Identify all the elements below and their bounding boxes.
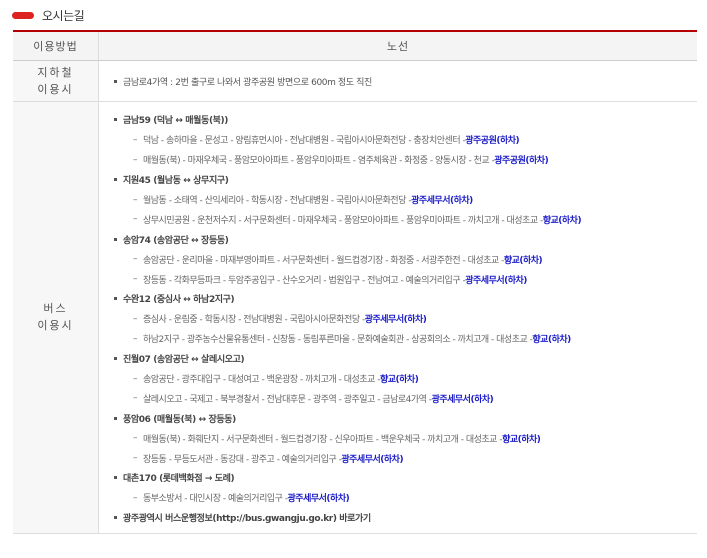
dash-icon: – [133,313,138,324]
route-destination: 광주세무서(하차) [287,494,350,505]
route-stops-text: 매월동(북) - 화훼단지 - 서구문화센터 - 월드컵경기장 - 신우아파트 … [143,434,503,445]
route-destination: 향교(하차) [379,375,419,386]
header-method: 이용방법 [13,30,99,61]
subway-item: 금남로4가역 : 2번 출구로 나와서 광주공원 방면으로 600m 정도 직진 [99,61,697,101]
route-destination: 향교(하차) [532,335,571,346]
header-route: 노선 [98,30,697,61]
bus-route-stops: – 하남2지구 - 광주농수산물유통센터 - 신창동 - 동림푸른마을 - 문화예… [99,329,697,349]
bus-category: 버스 이용시 [13,101,99,534]
bus-route-stops: – 덕남 - 송하마을 - 문성고 - 양림휴먼시아 - 전남대병원 - 국립아시… [99,130,697,150]
section-header: 오시는길 [12,6,85,24]
route-stops-text: 장등동 - 각화무등파크 - 두암주공입구 - 산수오거리 - 법원입구 - 전… [143,275,466,286]
dash-icon: – [133,393,138,404]
route-stops-text: 장등동 - 무등도서관 - 동강대 - 광주고 - 예술의거리입구 - [143,454,342,465]
route-name-text: 지원45 (월남동 ↔ 상무지구) [123,176,229,187]
dash-icon: – [133,274,138,285]
route-destination: 광주공원(하차) [465,136,520,147]
route-name-text: 송암74 (송암공단 ↔ 장등동) [123,235,229,246]
bullet-icon [114,79,117,83]
bus-route-name: 금남59 (덕남 ↔ 매월동(북)) [99,110,697,130]
route-stops-text: 살레시오고 - 국제고 - 북부경찰서 - 전남대후문 - 광주역 - 광주일고… [143,394,432,405]
bus-category-line2: 이용시 [37,319,74,333]
route-stops-text: 하남2지구 - 광주농수산물유통센터 - 신창동 - 동림푸른마을 - 문화예술… [143,335,533,346]
bus-route-name: 대촌170 (롯데백화점 → 도례) [99,468,697,488]
route-destination: 향교(하차) [503,255,543,266]
dash-icon: – [133,134,138,145]
route-name-text: 풍암06 (매월동(북) ↔ 장등동) [123,414,236,425]
route-stops-text: 상무시민공원 - 운천저수지 - 서구문화센터 - 마재우체국 - 풍암모아아파… [143,215,543,226]
section-title: 오시는길 [42,8,85,23]
bus-route-stops: – 증심사 - 운림중 - 학동시장 - 전남대병원 - 국립아시아문화전당 - … [99,309,697,329]
table-header-row: 이용방법 노선 [13,30,697,61]
bullet-icon [114,476,117,480]
route-destination: 광주세무서(하차) [364,315,427,326]
route-stops-text: 월남동 - 소태역 - 산익세리아 - 학동시장 - 전남대병원 - 국립아시아… [143,196,412,206]
bus-route-stops: – 장등동 - 각화무등파크 - 두암주공입구 - 산수오거리 - 법원입구 - … [99,269,697,289]
subway-category-line2: 이용시 [37,83,74,96]
subway-category: 지하철 이용시 [13,60,99,102]
bullet-icon [114,416,117,420]
dash-icon: – [133,492,138,503]
bus-route-list: 금남59 (덕남 ↔ 매월동(북)) – 덕남 - 송하마을 - 문성고 - 양림휴… [99,102,697,533]
route-destination: 광주세무서(하차) [411,196,473,206]
directions-table: 이용방법 노선 지하철 이용시 금남로4가역 : 2번 출구로 나와서 광주공원… [13,30,697,534]
bullet-icon [114,297,117,301]
dash-icon: – [133,214,138,225]
bus-route-name: 풍암06 (매월동(북) ↔ 장등동) [99,408,697,428]
bus-info-item: 광주광역시 버스운행정보(http://bus.gwangju.go.kr) 바… [99,508,697,528]
bus-route-name: 수완12 (중심사 ↔ 하남2지구) [99,289,697,309]
subway-row: 지하철 이용시 금남로4가역 : 2번 출구로 나와서 광주공원 방면으로 60… [13,60,697,102]
subway-category-line1: 지하철 [37,66,74,79]
bus-content: 금남59 (덕남 ↔ 매월동(북)) – 덕남 - 송하마을 - 문성고 - 양림휴… [98,101,697,534]
bus-route-stops: – 상무시민공원 - 운천저수지 - 서구문화센터 - 마재우체국 - 풍암모아아… [99,209,697,229]
bus-row: 버스 이용시 금남59 (덕남 ↔ 매월동(북)) – 덕남 - 송하마을 - 문성… [13,101,697,534]
route-destination: 광주세무서(하차) [465,275,527,286]
route-stops-text: 동부소방서 - 대인시장 - 예술의거리입구 - [143,494,288,505]
subway-text: 금남로4가역 : 2번 출구로 나와서 광주공원 방면으로 600m 정도 직진 [123,77,372,88]
route-destination: 광주공원(하차) [494,156,549,167]
route-stops-text: 증심사 - 운림중 - 학동시장 - 전남대병원 - 국립아시아문화전당 - [143,315,365,326]
dash-icon: – [133,194,138,205]
dash-icon: – [133,254,138,265]
dash-icon: – [133,433,138,444]
route-name-text: 진월07 (송암공단 ↔ 살레시오고) [123,355,245,366]
bus-route-stops: – 월남동 - 소태역 - 산익세리아 - 학동시장 - 전남대병원 - 국립아시… [99,190,697,210]
bullet-icon [114,178,117,182]
route-stops-text: 송암공단 - 운리마을 - 마재부영아파트 - 서구문화센터 - 월드컵경기장 … [143,255,504,266]
bus-category-line1: 버스 [43,302,68,316]
bus-route-stops: – 송암공단 - 광주대입구 - 대성여고 - 백운광장 - 까치고개 - 대성초… [99,369,697,389]
dash-icon: – [133,453,138,464]
bus-route-stops: – 매월동(북) - 화훼단지 - 서구문화센터 - 월드컵경기장 - 신우아파트… [99,428,697,448]
bus-route-name: 진월07 (송암공단 ↔ 살레시오고) [99,349,697,369]
bullet-icon [114,118,117,122]
route-stops-text: 덕남 - 송하마을 - 문성고 - 양림휴먼시아 - 전남대병원 - 국립아시아… [143,136,466,147]
bus-route-stops: – 송암공단 - 운리마을 - 마재부영아파트 - 서구문화센터 - 월드컵경기장… [99,249,697,269]
bus-route-stops: – 매월동(북) - 마재우체국 - 풍암모아아파트 - 풍암우미아파트 - 염주… [99,150,697,170]
route-destination: 광주세무서(하차) [341,454,404,465]
subway-content: 금남로4가역 : 2번 출구로 나와서 광주공원 방면으로 600m 정도 직진 [98,60,697,102]
route-stops-text: 송암공단 - 광주대입구 - 대성여고 - 백운광장 - 까치고개 - 대성초교… [143,375,380,386]
bus-route-name: 송암74 (송암공단 ↔ 장등동) [99,229,697,249]
dash-icon: – [133,333,138,344]
red-pill-icon [12,11,34,19]
dash-icon: – [133,373,138,384]
route-destination: 향교(하차) [502,434,541,445]
route-destination: 광주세무서(하차) [431,394,494,405]
bus-info-link[interactable]: 광주광역시 버스운행정보(http://bus.gwangju.go.kr) 바… [123,511,371,524]
bus-route-stops: – 장등동 - 무등도서관 - 동강대 - 광주고 - 예술의거리입구 - 광주세… [99,448,697,468]
bus-route-stops: – 동부소방서 - 대인시장 - 예술의거리입구 - 광주세무서(하차) [99,488,697,508]
bus-route-name: 지원45 (월남동 ↔ 상무지구) [99,170,697,190]
route-name-text: 대촌170 (롯데백화점 → 도례) [123,474,235,485]
route-name-text: 수완12 (중심사 ↔ 하남2지구) [123,295,235,306]
dash-icon: – [133,154,138,165]
route-destination: 향교(하차) [542,215,582,226]
bus-route-stops: – 살레시오고 - 국제고 - 북부경찰서 - 전남대후문 - 광주역 - 광주일… [99,388,697,408]
bullet-icon [114,357,117,361]
bullet-icon [114,237,117,241]
bullet-icon [114,516,117,520]
route-name-text: 금남59 (덕남 ↔ 매월동(북)) [123,116,228,127]
route-stops-text: 매월동(북) - 마재우체국 - 풍암모아아파트 - 풍암우미아파트 - 염주체… [143,156,495,167]
